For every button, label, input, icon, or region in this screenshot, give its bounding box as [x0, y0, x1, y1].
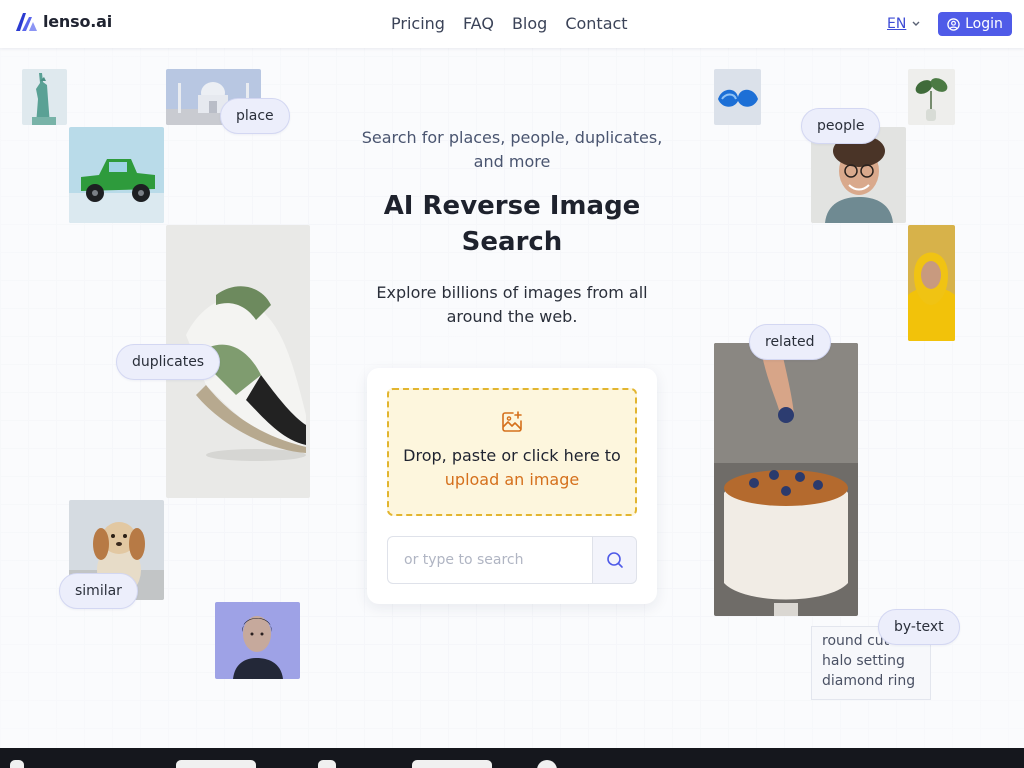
chevron-down-icon [912, 21, 920, 26]
language-selector[interactable]: EN [887, 16, 920, 32]
upload-dropzone[interactable]: Drop, paste or click here to upload an i… [387, 388, 637, 516]
chip-duplicates[interactable]: duplicates [116, 344, 221, 380]
nav-pricing[interactable]: Pricing [391, 14, 445, 34]
chip-people[interactable]: people [801, 108, 881, 144]
lenso-logo-icon [16, 12, 37, 31]
chip-similar[interactable]: similar [59, 573, 138, 609]
hero-subtitle: Explore billions of images from all arou… [376, 283, 648, 326]
login-label: Login [965, 16, 1003, 32]
dropzone-text: Drop, paste or click here to upload an i… [389, 444, 635, 492]
yellow-hoodie-portrait-image[interactable] [908, 225, 955, 341]
logo-link[interactable]: lenso.ai [16, 12, 112, 31]
chip-place[interactable]: place [220, 98, 290, 134]
dropzone-instruction: Drop, paste or click here to [403, 446, 621, 465]
nav-faq[interactable]: FAQ [463, 14, 494, 34]
logo-text: lenso.ai [43, 12, 113, 31]
blueberry-cake-image[interactable] [714, 343, 858, 616]
chip-by-text[interactable]: by-text [878, 609, 960, 645]
login-button[interactable]: Login [938, 12, 1012, 36]
nav-contact[interactable]: Contact [565, 14, 627, 34]
partner-logo-1 [10, 760, 24, 768]
plant-vase-image[interactable] [908, 69, 955, 125]
main-nav: Pricing FAQ Blog Contact [391, 14, 628, 34]
partner-logo-5 [537, 760, 557, 768]
nav-blog[interactable]: Blog [512, 14, 547, 34]
search-button[interactable] [592, 536, 637, 584]
hero: Search for places, people, duplicates, a… [352, 120, 672, 329]
hero-tagline: Search for places, people, duplicates, a… [361, 128, 663, 171]
partner-logo-2 [176, 760, 256, 768]
partner-logos-band [0, 748, 1024, 768]
upload-image-link[interactable]: upload an image [445, 470, 579, 489]
sunglasses-image[interactable] [714, 69, 761, 125]
language-label: EN [887, 16, 907, 32]
top-header: lenso.ai Pricing FAQ Blog Contact EN Log… [0, 0, 1024, 48]
by-text-line-2: halo setting [822, 653, 905, 669]
page: lenso.ai Pricing FAQ Blog Contact EN Log… [0, 0, 1024, 768]
statue-of-liberty-image[interactable] [22, 69, 67, 125]
chip-related[interactable]: related [749, 324, 831, 360]
search-icon [606, 552, 623, 568]
image-plus-icon [502, 411, 522, 432]
partner-logo-3 [318, 760, 336, 768]
text-search-row [387, 536, 637, 584]
green-truck-image[interactable] [69, 127, 164, 223]
user-circle-icon [947, 17, 960, 31]
partner-logo-4 [412, 760, 492, 768]
upload-card: Drop, paste or click here to upload an i… [367, 368, 657, 604]
page-title: AI Reverse Image Search [383, 191, 641, 257]
by-text-line-3: diamond ring [822, 673, 916, 689]
search-input[interactable] [387, 536, 592, 584]
woman-portrait-image[interactable] [215, 602, 300, 679]
